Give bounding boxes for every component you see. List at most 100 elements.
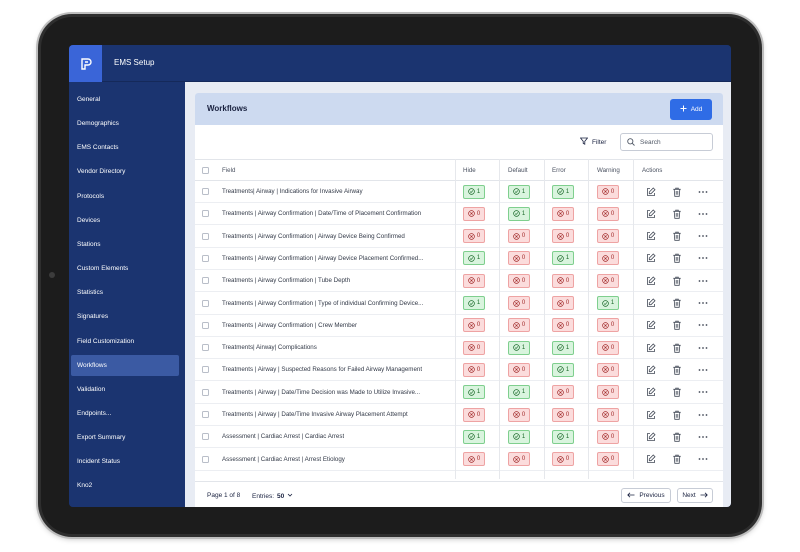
table-row[interactable]: Treatments| Airway | Indications for Inv… — [195, 181, 723, 203]
warning-badge[interactable]: 0 — [597, 362, 619, 377]
trash-icon[interactable] — [672, 410, 682, 420]
row-checkbox[interactable] — [202, 455, 209, 463]
sidebar-item-export-summary[interactable]: Export Summary — [71, 427, 179, 448]
more-options-icon[interactable] — [698, 365, 708, 375]
more-options-icon[interactable] — [698, 320, 708, 330]
more-options-icon[interactable] — [698, 343, 708, 353]
row-checkbox[interactable] — [202, 188, 209, 195]
table-row[interactable]: Treatments| Airway| Complications 0 1 1 0 — [195, 337, 723, 360]
hide-badge[interactable]: 0 — [463, 452, 485, 467]
warning-badge[interactable]: 0 — [597, 385, 619, 400]
table-row[interactable]: Treatments | Airway | Date/Time Decision… — [195, 382, 723, 404]
error-badge[interactable]: 0 — [552, 318, 574, 333]
trash-icon[interactable] — [672, 276, 682, 286]
next-button[interactable]: Next — [677, 488, 713, 503]
sidebar-item-field-customization[interactable]: Field Customization — [71, 331, 179, 352]
sidebar-item-demographics[interactable]: Demographics — [71, 113, 179, 134]
trash-icon[interactable] — [672, 253, 682, 264]
edit-icon[interactable] — [646, 253, 656, 263]
trash-icon[interactable] — [672, 231, 682, 241]
edit-icon[interactable] — [646, 276, 656, 286]
default-badge[interactable]: 0 — [508, 318, 530, 333]
error-badge[interactable]: 0 — [552, 385, 574, 400]
more-options-icon[interactable] — [698, 276, 708, 286]
error-badge[interactable]: 1 — [552, 429, 574, 444]
sidebar-item-ems-contacts[interactable]: EMS Contacts — [71, 137, 179, 158]
row-checkbox[interactable] — [202, 433, 209, 441]
hide-badge[interactable]: 1 — [463, 184, 485, 199]
edit-icon[interactable] — [646, 186, 656, 197]
trash-icon[interactable] — [672, 187, 682, 197]
sidebar-item-custom-elements[interactable]: Custom Elements — [71, 258, 179, 279]
warning-badge[interactable]: 0 — [597, 251, 619, 266]
filter-button[interactable]: Filter — [579, 135, 606, 149]
trash-icon[interactable] — [672, 387, 682, 397]
more-options-icon[interactable] — [698, 454, 708, 464]
app-logo[interactable] — [69, 45, 102, 82]
row-checkbox[interactable] — [202, 411, 209, 418]
sidebar-item-workflows[interactable]: Workflows — [71, 354, 179, 376]
table-row[interactable]: Treatments | Airway | Date/Time Invasive… — [195, 404, 723, 426]
sidebar-item-stations[interactable]: Stations — [71, 234, 179, 255]
default-badge[interactable]: 0 — [508, 273, 530, 288]
edit-icon[interactable] — [646, 320, 656, 330]
warning-badge[interactable]: 0 — [597, 452, 619, 467]
column-header-error[interactable]: Error — [552, 167, 566, 174]
hide-badge[interactable]: 1 — [463, 296, 485, 310]
more-options-icon[interactable] — [698, 209, 708, 219]
row-checkbox[interactable] — [202, 344, 209, 352]
hide-badge[interactable]: 0 — [463, 273, 485, 288]
column-header-default[interactable]: Default — [508, 167, 528, 174]
table-row[interactable]: Treatments | Airway Confirmation | Airwa… — [195, 226, 723, 248]
warning-badge[interactable]: 0 — [597, 340, 619, 355]
table-row[interactable]: Treatments | Airway | Suspected Reasons … — [195, 359, 723, 382]
hide-badge[interactable]: 1 — [463, 385, 485, 400]
trash-icon[interactable] — [672, 432, 682, 442]
error-badge[interactable]: 1 — [552, 184, 574, 199]
warning-badge[interactable]: 0 — [597, 206, 619, 221]
sidebar-item-devices[interactable]: Devices — [71, 210, 179, 231]
edit-icon[interactable] — [646, 409, 656, 420]
table-row[interactable]: Assessment | Cardiac Arrest | Cardiac Ar… — [195, 426, 723, 449]
warning-badge[interactable]: 0 — [597, 429, 619, 444]
hide-badge[interactable]: 0 — [463, 340, 485, 355]
error-badge[interactable]: 1 — [552, 362, 574, 377]
more-options-icon[interactable] — [698, 298, 708, 308]
row-checkbox[interactable] — [202, 232, 209, 240]
trash-icon[interactable] — [672, 320, 682, 330]
edit-icon[interactable] — [646, 454, 656, 464]
entries-select[interactable]: Entries: 50 — [252, 492, 293, 500]
edit-icon[interactable] — [646, 432, 656, 442]
search-input[interactable] — [640, 138, 710, 146]
hide-badge[interactable]: 0 — [463, 362, 485, 377]
more-options-icon[interactable] — [698, 387, 708, 397]
row-checkbox[interactable] — [202, 210, 209, 218]
default-badge[interactable]: 0 — [508, 296, 530, 310]
hide-badge[interactable]: 0 — [463, 407, 485, 422]
default-badge[interactable]: 1 — [508, 385, 530, 400]
warning-badge[interactable]: 0 — [597, 407, 619, 422]
default-badge[interactable]: 0 — [508, 251, 530, 266]
select-all-checkbox[interactable] — [202, 166, 209, 174]
edit-icon[interactable] — [646, 365, 656, 375]
more-options-icon[interactable] — [698, 187, 708, 197]
trash-icon[interactable] — [672, 343, 682, 353]
hide-badge[interactable]: 0 — [463, 318, 485, 333]
error-badge[interactable]: 0 — [552, 296, 574, 310]
table-row[interactable]: Assessment | Cardiac Arrest | Arrest Eti… — [195, 449, 723, 471]
sidebar-item-incident-status[interactable]: Incident Status — [71, 451, 179, 472]
error-badge[interactable]: 1 — [552, 340, 574, 355]
default-badge[interactable]: 1 — [508, 206, 530, 221]
error-badge[interactable]: 0 — [552, 452, 574, 467]
previous-button[interactable]: Previous — [621, 488, 671, 503]
row-checkbox[interactable] — [202, 299, 209, 307]
edit-icon[interactable] — [646, 343, 656, 353]
trash-icon[interactable] — [672, 454, 682, 464]
edit-icon[interactable] — [646, 387, 656, 397]
error-badge[interactable]: 0 — [552, 229, 574, 244]
add-button[interactable]: Add — [670, 99, 712, 120]
trash-icon[interactable] — [672, 298, 682, 308]
warning-badge[interactable]: 1 — [597, 296, 619, 310]
hide-badge[interactable]: 0 — [463, 206, 485, 221]
sidebar-item-validation[interactable]: Validation — [71, 379, 179, 400]
